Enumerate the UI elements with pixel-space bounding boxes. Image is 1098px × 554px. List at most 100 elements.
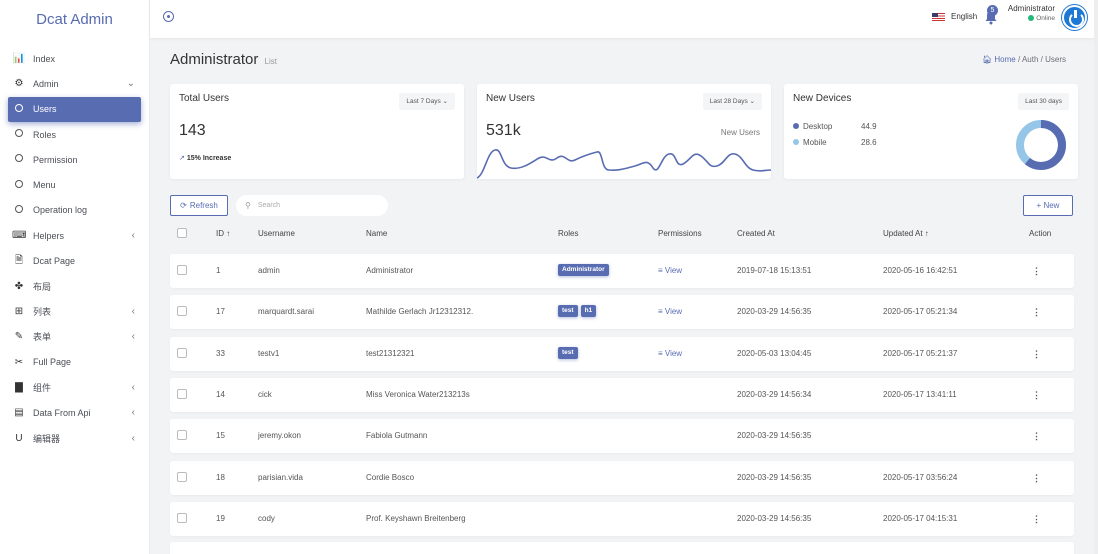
table-header: ID ↑ Username Name Roles Permissions Cre… bbox=[170, 228, 1074, 245]
cell-permissions[interactable]: ≡ View bbox=[658, 307, 682, 316]
cell-updated: 2020-05-17 05:21:34 bbox=[883, 307, 958, 317]
sidebar-item-dcat-page[interactable]: 🗎 Dcat Page bbox=[8, 248, 141, 273]
role-badge: test bbox=[558, 346, 578, 359]
sidebar-item-roles[interactable]: Roles bbox=[8, 122, 141, 147]
cell-username: jeremy.okon bbox=[258, 431, 301, 441]
sidebar-item-label: 布局 bbox=[33, 281, 52, 292]
sidebar-item-permission[interactable]: Permission bbox=[8, 147, 141, 172]
breadcrumb-auth[interactable]: Auth bbox=[1022, 55, 1038, 64]
row-actions-icon[interactable]: ⋮ bbox=[1032, 349, 1041, 360]
page-scrollbar[interactable] bbox=[1094, 0, 1098, 554]
sidebar-item-label: Index bbox=[33, 53, 56, 64]
sidebar-item-编辑器[interactable]: U 编辑器 ‹ bbox=[8, 425, 141, 450]
chevron-left-icon: ‹ bbox=[131, 230, 135, 242]
cell-username: testv1 bbox=[258, 348, 280, 358]
row-checkbox[interactable] bbox=[177, 306, 187, 317]
trend-up-icon: ↗ bbox=[179, 155, 185, 162]
user-status: Online bbox=[1005, 15, 1055, 22]
row-actions-icon[interactable]: ⋮ bbox=[1032, 390, 1041, 401]
sidebar-item-label: Helpers bbox=[33, 230, 65, 241]
sidebar-item-列表[interactable]: ⊞ 列表 ‹ bbox=[8, 299, 141, 324]
cell-id: 19 bbox=[216, 513, 225, 523]
sidebar-item-布局[interactable]: ✤ 布局 bbox=[8, 274, 141, 299]
row-actions-icon[interactable]: ⋮ bbox=[1032, 307, 1041, 318]
refresh-button[interactable]: ⟳ Refresh bbox=[170, 195, 228, 216]
cell-permissions[interactable]: ≡ View bbox=[658, 266, 682, 275]
sidebar-item-index[interactable]: 📊 Index bbox=[8, 46, 141, 71]
col-name: Name bbox=[366, 229, 388, 238]
sidebar-item-users[interactable]: Users bbox=[8, 96, 141, 122]
sidebar-item-label: Roles bbox=[33, 129, 57, 140]
sidebar-item-operation-log[interactable]: Operation log bbox=[8, 198, 141, 223]
chevron-left-icon: ‹ bbox=[131, 382, 135, 393]
circle-icon bbox=[12, 204, 26, 216]
range-select[interactable]: Last 30 days bbox=[1018, 93, 1069, 110]
cell-created: 2020-05-03 13:04:45 bbox=[737, 348, 812, 358]
search-input[interactable]: ⚲ Search bbox=[236, 195, 388, 216]
sidebar-item-组件[interactable]: ▇ 组件 ‹ bbox=[8, 375, 141, 400]
row-checkbox[interactable] bbox=[177, 512, 187, 523]
row-checkbox[interactable] bbox=[177, 265, 187, 275]
row-checkbox[interactable] bbox=[177, 347, 187, 358]
sidebar-toggle-icon[interactable] bbox=[163, 11, 174, 22]
sidebar-item-label: 列表 bbox=[33, 307, 52, 318]
breadcrumb-users: Users bbox=[1045, 55, 1066, 64]
language-switcher[interactable]: English bbox=[932, 12, 977, 21]
cell-username: parisian.vida bbox=[258, 472, 303, 482]
online-dot-icon bbox=[1028, 15, 1035, 21]
circle-icon bbox=[12, 103, 26, 115]
cell-name: Fabiola Gutmann bbox=[366, 431, 428, 441]
card-title: New Users bbox=[486, 93, 535, 104]
row-actions-icon[interactable]: ⋮ bbox=[1032, 266, 1041, 277]
table-row: 18 parisian.vida Cordie Bosco 2020-03-29 14… bbox=[170, 460, 1074, 495]
user-menu[interactable]: Administrator Online bbox=[1005, 4, 1055, 22]
table-row: 17 marquardt.sarai Mathilde Gerlach Jr1231… bbox=[170, 295, 1074, 330]
cell-updated: 2020-05-17 03:56:24 bbox=[883, 472, 958, 482]
sidebar-item-label: Users bbox=[33, 104, 57, 115]
col-id[interactable]: ID ↑ bbox=[216, 229, 230, 238]
cell-username: marquardt.sarai bbox=[258, 307, 315, 317]
cell-name: Administrator bbox=[366, 266, 414, 275]
cell-created: 2020-03-29 14:56:35 bbox=[737, 307, 812, 317]
row-actions-icon[interactable]: ⋮ bbox=[1032, 473, 1041, 484]
sidebar-item-表单[interactable]: ✎ 表单 ‹ bbox=[8, 324, 141, 349]
row-checkbox[interactable] bbox=[177, 388, 187, 399]
cell-permissions[interactable]: ≡ View bbox=[658, 349, 682, 358]
brand-logo[interactable]: Dcat Admin bbox=[0, 0, 149, 38]
breadcrumb-home[interactable]: 🏠︎ Home bbox=[982, 55, 1016, 64]
cell-updated: 2020-05-17 13:41:11 bbox=[883, 389, 957, 399]
sidebar: Dcat Admin 📊 Index ⚙ Admin ⌄ Users Roles Permis… bbox=[0, 0, 150, 554]
sidebar-item-menu[interactable]: Menu bbox=[8, 172, 141, 197]
keyboard-icon: ⌨ bbox=[12, 230, 27, 242]
chevron-left-icon: ‹ bbox=[131, 331, 135, 343]
mobile-dot-icon bbox=[793, 139, 799, 145]
total-users-card: Total Users Last 7 Days ⌄ 143 ↗ 15% Incre… bbox=[170, 84, 464, 179]
table-row: 14 cick Miss Veronica Water213213s 2020-03-… bbox=[170, 377, 1074, 412]
sidebar-item-helpers[interactable]: ⌨ Helpers ‹ bbox=[8, 223, 141, 248]
range-select[interactable]: Last 7 Days ⌄ bbox=[399, 93, 455, 110]
cell-roles: test bbox=[558, 346, 581, 359]
sidebar-item-full-page[interactable]: ✂ Full Page bbox=[8, 350, 141, 375]
range-select[interactable]: Last 28 Days ⌄ bbox=[702, 93, 762, 110]
row-actions-icon[interactable]: ⋮ bbox=[1032, 514, 1041, 525]
avatar[interactable] bbox=[1062, 5, 1087, 30]
sidebar-item-label: Operation log bbox=[33, 205, 88, 216]
table-row: 15 jeremy.okon Fabiola Gutmann 2020-03-29 1… bbox=[170, 419, 1074, 454]
scissors-icon: ✂ bbox=[14, 356, 24, 368]
sidebar-item-label: Admin bbox=[33, 78, 59, 89]
select-all-checkbox[interactable] bbox=[177, 228, 187, 238]
edit-icon: ✎ bbox=[14, 331, 24, 343]
cell-username: cody bbox=[258, 513, 275, 523]
sidebar-item-admin[interactable]: ⚙ Admin ⌄ bbox=[8, 71, 141, 96]
cell-name: Prof. Keyshawn Breitenberg bbox=[366, 513, 466, 523]
col-updated-at[interactable]: Updated At ↑ bbox=[883, 229, 929, 238]
language-label: English bbox=[951, 12, 978, 21]
row-checkbox[interactable] bbox=[177, 471, 187, 482]
row-actions-icon[interactable]: ⋮ bbox=[1032, 431, 1041, 442]
cell-name: Mathilde Gerlach Jr12312312. bbox=[366, 307, 474, 317]
row-checkbox[interactable] bbox=[177, 430, 187, 441]
cell-id: 15 bbox=[216, 431, 225, 441]
col-username: Username bbox=[258, 229, 295, 238]
new-button[interactable]: + New bbox=[1023, 195, 1073, 216]
sidebar-item-data-from-api[interactable]: ▤ Data From Api ‹ bbox=[8, 400, 141, 425]
